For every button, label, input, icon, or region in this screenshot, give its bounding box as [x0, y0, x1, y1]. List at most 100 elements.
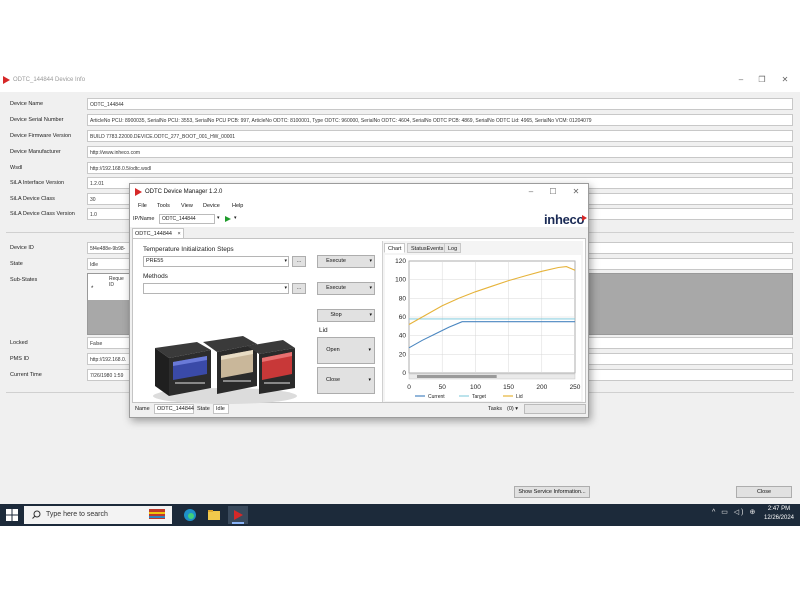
prop-value[interactable]: http://www.inheco.com [87, 146, 793, 158]
y-tick-label: 60 [399, 314, 407, 321]
ip-name-select[interactable]: ODTC_144844 [159, 214, 215, 224]
device-product-image [153, 336, 297, 404]
window-title: ODTC Device Manager 1.2.0 [145, 189, 223, 195]
close-lid-button[interactable]: Close ▾ [317, 367, 375, 394]
file-explorer-icon[interactable] [204, 506, 224, 524]
tab-status-events[interactable]: StatusEvents [407, 243, 448, 253]
y-tick-label: 100 [395, 277, 406, 284]
minimize-button[interactable]: – [732, 74, 750, 86]
search-highlight-icon [149, 509, 165, 519]
status-name-label: Name [135, 406, 150, 412]
clock-date[interactable]: 12/26/2024 [761, 515, 797, 521]
search-placeholder: Type here to search [46, 511, 108, 518]
status-name-value: ODTC_144844 [154, 404, 194, 414]
y-tick-label: 40 [399, 333, 407, 340]
menu-view[interactable]: View [181, 203, 193, 209]
button-label: Execute [326, 258, 346, 264]
temp-init-value: PRE55 [146, 258, 164, 264]
prop-value[interactable]: http://192.168.0.5/odtc.wsdl [87, 162, 793, 174]
execute-init-button[interactable]: Execute ▾ [317, 255, 375, 268]
temp-init-browse-button[interactable]: ... [292, 256, 306, 267]
chart-scrollbar-thumb[interactable] [417, 375, 497, 378]
tab-chart[interactable]: Chart [384, 243, 406, 253]
tasks-count[interactable]: (0) ▾ [507, 406, 518, 412]
windows-start-icon[interactable] [6, 509, 18, 521]
button-label: Close [325, 377, 341, 383]
show-service-info-button[interactable]: Show Service Information... [514, 486, 590, 498]
menu-device[interactable]: Device [203, 203, 220, 209]
menu-help[interactable]: Help [232, 203, 243, 209]
prop-label: State [10, 261, 23, 267]
y-tick-label: 0 [402, 370, 406, 377]
ip-label: IP/Name [133, 216, 155, 222]
device-panel: Temperature Initialization Steps PRE55 ▾… [132, 238, 586, 404]
grid-header: Reque ID * [88, 274, 130, 300]
maximize-button[interactable]: ❐ [753, 74, 771, 86]
chevron-down-icon[interactable]: ▾ [234, 215, 237, 221]
new-row-marker: * [91, 286, 94, 292]
methods-select[interactable]: ▾ [143, 283, 289, 294]
taskbar: Type here to search ^ ▭ ◁) ⊕ 2:47 PM 12/… [0, 504, 800, 526]
menu-file[interactable]: File [138, 203, 147, 209]
close-window-button[interactable]: ✕ [568, 186, 584, 198]
methods-browse-button[interactable]: ... [292, 283, 306, 294]
clock-time[interactable]: 2:47 PM [764, 506, 794, 512]
chevron-down-icon[interactable]: ▾ [217, 215, 220, 221]
title-bar: ODTC Device Manager 1.2.0 – ☐ ✕ [130, 184, 588, 201]
taskbar-search[interactable]: Type here to search [24, 506, 172, 524]
odtc-manager-taskbar-icon[interactable] [228, 506, 248, 524]
prop-label: SiLA Device Class Version [10, 211, 75, 217]
column-header: Reque ID [109, 276, 124, 288]
toolbar: IP/Name ODTC_144844 ▾ ▾ inheco [130, 212, 588, 227]
chevron-down-icon: ▾ [284, 258, 287, 264]
prop-label: PMS ID [10, 356, 29, 362]
chevron-down-icon: ▾ [284, 285, 287, 291]
y-tick-label: 20 [399, 351, 407, 358]
x-tick-label: 50 [439, 384, 447, 391]
lid-label: Lid [319, 327, 328, 334]
temp-init-select[interactable]: PRE55 ▾ [143, 256, 289, 267]
prop-label: Device ID [10, 245, 34, 251]
button-label: Stop [330, 312, 342, 318]
temperature-chart: 0 20 40 60 80 100 120 0 50 100 150 200 250 Current Tar… [385, 255, 581, 401]
title-bar: ODTC_144844 Device Info – ❐ ✕ [0, 70, 800, 92]
tab-label: ODTC_144844 [135, 231, 172, 237]
edge-icon[interactable] [180, 506, 200, 524]
play-icon[interactable] [225, 216, 231, 222]
chevron-down-icon: ▾ [369, 285, 372, 291]
prop-label: Locked [10, 340, 28, 346]
chevron-down-icon: ▾ [368, 347, 371, 353]
methods-label: Methods [143, 273, 168, 280]
button-label: Execute [326, 285, 346, 291]
chevron-down-icon: ▾ [368, 377, 371, 383]
menu-tools[interactable]: Tools [157, 203, 170, 209]
brand-logo: inheco [544, 212, 585, 227]
prop-value[interactable]: ArticleNo PCU: 8900035, SerialNo PCU: 35… [87, 114, 793, 126]
device-manager-window: ODTC Device Manager 1.2.0 – ☐ ✕ File Too… [129, 183, 589, 418]
execute-method-button[interactable]: Execute ▾ [317, 282, 375, 295]
prop-label: Current Time [10, 372, 42, 378]
x-tick-label: 250 [570, 384, 581, 391]
x-tick-label: 150 [503, 384, 514, 391]
close-window-button[interactable]: ✕ [776, 74, 794, 86]
app-icon [135, 188, 142, 196]
stop-button[interactable]: Stop ▾ [317, 309, 375, 322]
minimize-button[interactable]: – [523, 186, 539, 198]
system-tray[interactable]: ^ ▭ ◁) ⊕ [712, 508, 757, 516]
button-label: Open [326, 347, 340, 353]
prop-value[interactable]: ODTC_144844 [87, 98, 793, 110]
tab-log[interactable]: Log [444, 243, 462, 253]
close-button[interactable]: Close [736, 486, 792, 498]
legend-label: Target [472, 394, 487, 400]
prop-value[interactable]: BUILD 7783.22000.DEVICE.ODTC_277_BOOT_00… [87, 130, 793, 142]
chevron-down-icon: ▾ [369, 258, 372, 264]
prop-label: SiLA Device Class [10, 196, 55, 202]
prop-label: Device Serial Number [10, 117, 64, 123]
x-tick-label: 0 [407, 384, 411, 391]
search-icon [32, 510, 41, 519]
open-lid-button[interactable]: Open ▾ [317, 337, 375, 364]
maximize-button[interactable]: ☐ [545, 186, 561, 198]
status-state-label: State [197, 406, 210, 412]
tab-close-icon[interactable]: × [178, 231, 181, 237]
chevron-down-icon: ▾ [369, 312, 372, 318]
